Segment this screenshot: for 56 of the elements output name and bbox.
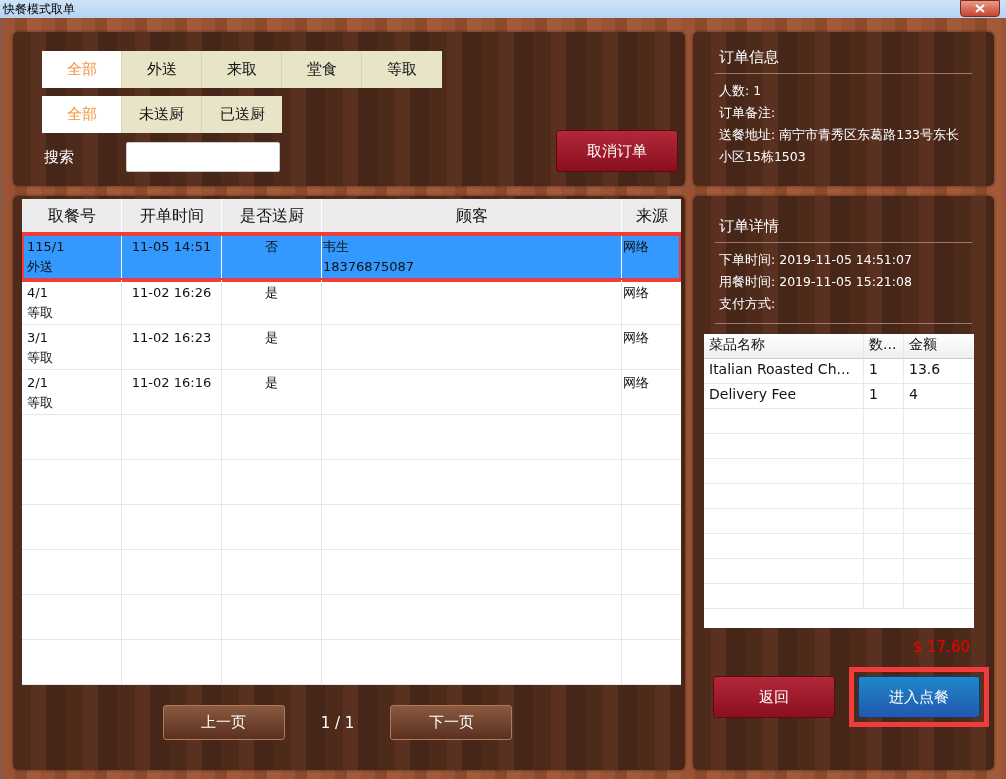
item-name: Delivery Fee [704, 384, 864, 408]
item-name: Italian Roasted Ch... [704, 359, 864, 383]
item-amount: 13.6 [908, 360, 942, 379]
column-header: 数... [864, 334, 904, 358]
search-field[interactable] [126, 142, 280, 172]
kitchen-status: 否 [265, 238, 278, 256]
order-row[interactable]: 2/1 等取 11-02 16:16 是 网络 [22, 370, 681, 415]
close-button[interactable] [960, 0, 1000, 17]
page-indicator: 1 / 1 [320, 713, 355, 732]
pickup-number: 3/1 [27, 329, 49, 347]
order-detail-line: 用餐时间: 2019-11-05 15:21:08 [718, 273, 913, 291]
kitchen-status: 是 [265, 329, 278, 347]
order-time: 11-05 14:51 [131, 238, 212, 256]
order-source: 网络 [623, 238, 650, 256]
close-icon [975, 3, 985, 13]
previous-page-button[interactable]: 上一页 [162, 705, 285, 740]
pickup-number: 4/1 [27, 284, 49, 302]
order-detail-line: 支付方式: [718, 295, 777, 313]
next-page-button[interactable]: 下一页 [390, 705, 513, 740]
order-type: 等取 [27, 349, 54, 367]
order-source: 网络 [623, 329, 650, 347]
pickup-number: 2/1 [27, 374, 49, 392]
order-source: 网络 [623, 284, 650, 302]
kitchen-status: 是 [265, 374, 278, 392]
order-detail-line: 下单时间: 2019-11-05 14:51:07 [718, 251, 913, 269]
back-button[interactable]: 返回 [713, 676, 835, 718]
order-detail-title: 订单详情 [718, 217, 780, 236]
pickup-number: 115/1 [27, 238, 66, 256]
start-ordering-button[interactable]: 进入点餐 [858, 676, 980, 718]
window-title: 快餐模式取单 [3, 0, 75, 18]
order-info-title: 订单信息 [718, 48, 780, 67]
order-time: 11-02 16:23 [131, 329, 212, 347]
item-quantity: 1 [864, 384, 904, 408]
search-label: 搜索 [43, 147, 75, 167]
column-header: 来源 [634, 205, 669, 227]
kitchen-status: 是 [265, 284, 278, 302]
order-row[interactable]: 115/1 外送 11-05 14:51 否 韦生 18376875087 网络 [22, 234, 681, 280]
order-row[interactable]: 3/1 等取 11-02 16:23 是 网络 [22, 325, 681, 370]
customer-name: 韦生 [323, 238, 350, 256]
column-header: 菜品名称 [704, 334, 864, 358]
customer-phone: 18376875087 [323, 258, 415, 276]
order-type: 等取 [27, 304, 54, 322]
order-time: 11-02 16:16 [131, 374, 212, 392]
order-info-line: 订单备注: [718, 104, 777, 122]
order-type: 外送 [27, 258, 54, 276]
order-type: 等取 [27, 394, 54, 412]
order-time: 11-02 16:26 [131, 284, 212, 302]
column-header: 金额 [908, 335, 938, 354]
item-amount: 4 [908, 385, 919, 404]
order-info-line: 送餐地址: 南宁市青秀区东葛路133号东长小区15栋1503 [718, 126, 961, 166]
order-total: $ 17.60 [911, 638, 971, 656]
item-quantity: 1 [864, 359, 904, 383]
cancel-order-button[interactable]: 取消订单 [556, 130, 678, 172]
order-row[interactable]: 4/1 等取 11-02 16:26 是 网络 [22, 280, 681, 325]
order-source: 网络 [623, 374, 650, 392]
order-info-line: 人数: 1 [718, 82, 763, 100]
